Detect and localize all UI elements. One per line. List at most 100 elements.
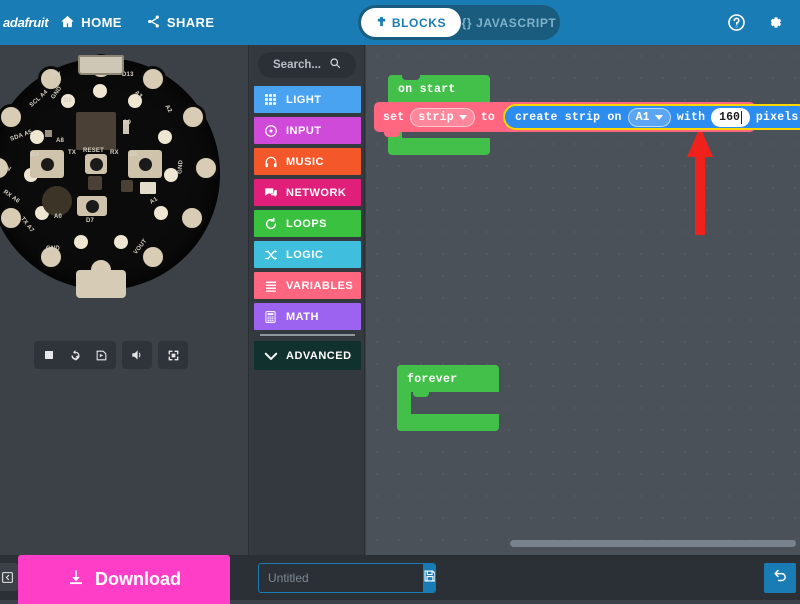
slide-switch[interactable] [77, 196, 107, 216]
menu-item-home[interactable]: HOME [48, 0, 134, 45]
silk-sda: SDA A5 [10, 129, 33, 142]
toolbox-category-math-label: MATH [286, 311, 319, 323]
neopixel-3 [164, 168, 178, 182]
reset-button[interactable] [85, 154, 107, 174]
toolbox-category-network-label: NETWORK [286, 187, 346, 199]
debug-button[interactable] [88, 343, 114, 367]
silk-gnd-r: GND [177, 160, 184, 174]
search-input[interactable]: Search... [258, 52, 356, 78]
pin-dropdown[interactable]: A1 [628, 108, 671, 127]
light-sensor [140, 182, 156, 194]
restart-button[interactable] [62, 343, 88, 367]
tab-blocks[interactable]: BLOCKS [361, 8, 461, 37]
block-forever[interactable]: forever [397, 365, 499, 431]
undo-button[interactable] [764, 563, 796, 593]
silk-d7: D7 [86, 218, 94, 224]
save-disk-icon [423, 569, 436, 588]
toolbox-category-logic-label: LOGIC [286, 249, 323, 261]
block-forever-label: forever [407, 373, 457, 386]
toolbox-category-music-label: MUSIC [286, 156, 324, 168]
ir-chip [121, 180, 133, 192]
toolbox-category-math[interactable]: MATH [254, 303, 361, 330]
toolbox-category-logic[interactable]: LOGIC [254, 241, 361, 268]
pad-vout [140, 244, 166, 270]
toolbox-category-light[interactable]: LIGHT [254, 86, 361, 113]
menu-right-group [720, 0, 790, 45]
shuffle-icon [263, 248, 278, 262]
headphone-icon [263, 155, 278, 169]
silk-a1: A1 [149, 196, 159, 205]
block-create-strip[interactable]: create strip on A1 with 160 pixels [503, 104, 800, 130]
usb-connector [78, 55, 124, 75]
with-keyword-label: with [677, 111, 705, 124]
pin-value-label: A1 [636, 111, 650, 124]
toolbox-category-loops[interactable]: LOOPS [254, 210, 361, 237]
silk-reset: RESET [83, 148, 104, 154]
blocks-icon [376, 15, 387, 31]
project-name-input[interactable] [259, 564, 423, 592]
silk-a2: A2 [163, 104, 172, 114]
blocks-workspace[interactable]: on start set strip to create strip on A1… [366, 45, 800, 555]
save-project-button[interactable] [423, 564, 436, 592]
download-button[interactable]: Download [18, 555, 230, 604]
bottom-bar: Download [0, 555, 800, 600]
silk-scl: SCL A4 [29, 89, 50, 108]
menu-left-group: adafruit HOME SHARE [12, 0, 226, 45]
toolbox-category-advanced[interactable]: ADVANCED [254, 341, 361, 370]
toolbox-category-input[interactable]: INPUT [254, 117, 361, 144]
chevron-down-icon [655, 115, 663, 120]
help-icon[interactable] [720, 7, 752, 39]
block-bump [384, 132, 400, 137]
mute-button[interactable] [124, 343, 150, 367]
silk-d13: D13 [122, 72, 134, 78]
stop-button[interactable] [36, 343, 62, 367]
to-keyword-label: to [481, 111, 495, 124]
settings-gear-icon[interactable] [758, 7, 790, 39]
menu-item-share-label: SHARE [167, 16, 215, 29]
undo-icon [773, 568, 788, 588]
mcu-chip [76, 112, 116, 150]
chevron-down-icon [459, 115, 467, 120]
block-set-variable[interactable]: set strip to create strip on A1 with 160… [374, 102, 755, 132]
chat-icon [263, 186, 278, 200]
speaker [42, 186, 72, 216]
grid-icon [263, 93, 278, 106]
toolbox-category-advanced-label: ADVANCED [286, 350, 352, 362]
variable-dropdown[interactable]: strip [410, 108, 475, 127]
variable-name-label: strip [418, 111, 454, 124]
toolbox-category-input-label: INPUT [286, 125, 322, 137]
home-icon [60, 14, 75, 32]
silk-tx-mid: TX [68, 150, 76, 156]
block-notch [402, 75, 420, 80]
toolbox-category-music[interactable]: MUSIC [254, 148, 361, 175]
toolbox-category-variables-label: VARIABLES [286, 280, 353, 292]
silk-gnd-bl: GND [46, 246, 60, 252]
silk-rx: RX A6 [2, 189, 21, 204]
collapse-simulator-button[interactable] [0, 563, 18, 591]
create-strip-prefix-label: create strip on [515, 111, 622, 124]
neopixel-5 [114, 235, 128, 249]
pad-a1 [179, 205, 205, 231]
search-placeholder: Search... [273, 59, 321, 71]
toolbox-panel: Search... LIGHT [248, 45, 365, 555]
pad-a2 [180, 104, 206, 130]
workspace-scrollbar-thumb[interactable] [510, 540, 796, 547]
workspace-scrollbar-track[interactable] [366, 537, 800, 547]
pixels-number-input[interactable]: 160 [711, 108, 750, 127]
fullscreen-button[interactable] [160, 343, 186, 367]
accelerometer-chip [88, 176, 102, 190]
battery-connector [76, 270, 126, 298]
loop-icon [263, 217, 278, 231]
toolbox-category-network[interactable]: NETWORK [254, 179, 361, 206]
tab-javascript[interactable]: {} JAVASCRIPT [461, 8, 557, 37]
circuit-playground-board[interactable]: ON D13 D8 GND SCL A4 SDA A5 3.3V RX A6 T… [0, 50, 248, 295]
neopixel-2 [158, 130, 172, 144]
search-icon [329, 56, 341, 74]
block-on-start-label: on start [398, 83, 456, 96]
editor-mode-toggle: BLOCKS {} JAVASCRIPT [358, 5, 560, 40]
menu-item-share[interactable]: SHARE [134, 0, 227, 45]
pixels-keyword-label: pixels [756, 111, 799, 124]
toolbox-category-variables[interactable]: VARIABLES [254, 272, 361, 299]
neopixel-0 [93, 84, 107, 98]
adafruit-logo[interactable]: adafruit [3, 15, 48, 30]
